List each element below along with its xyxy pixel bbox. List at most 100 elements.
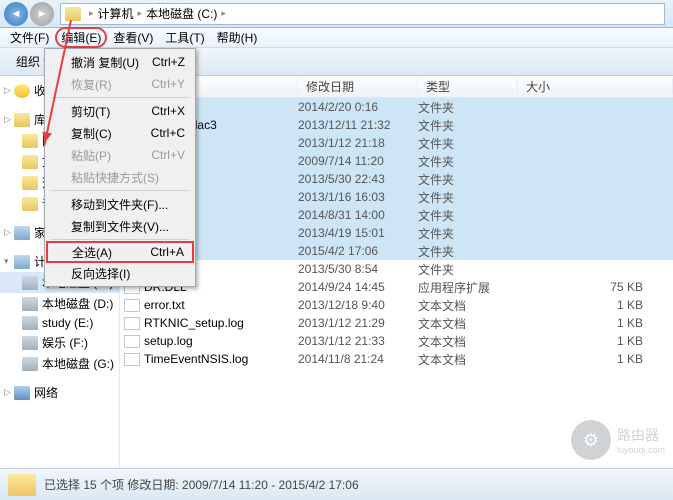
- star-icon: [14, 84, 30, 98]
- drive-icon: [22, 297, 38, 311]
- content-pane: 名称 修改日期 类型 大小 2014/2/20 0:16文件夹a56d86dda…: [120, 76, 673, 468]
- menu-paste: 粘贴(P)Ctrl+V: [47, 144, 193, 166]
- table-row[interactable]: TimeEventNSIS.log 2014/11/8 21:24文本文档1 KB: [120, 350, 673, 368]
- table-row[interactable]: 2009/7/14 11:20文件夹: [120, 152, 673, 170]
- menu-copy-to[interactable]: 复制到文件夹(V)...: [47, 215, 193, 237]
- file-date: 2014/11/8 21:24: [298, 352, 418, 366]
- table-row[interactable]: RTKNIC_setup.log2013/1/12 21:29文本文档1 KB: [120, 314, 673, 332]
- file-type: 文件夹: [418, 207, 518, 224]
- menu-view[interactable]: 查看(V): [107, 27, 159, 48]
- sidebar-drive-f[interactable]: 娱乐 (F:): [0, 332, 119, 353]
- back-button[interactable]: ◄: [4, 2, 28, 26]
- watermark-icon: ⚙: [571, 420, 611, 460]
- folder-icon: [22, 176, 38, 190]
- statusbar: 已选择 15 个项 修改日期: 2009/7/14 11:20 - 2015/4…: [0, 468, 673, 500]
- drive-icon: [22, 276, 38, 290]
- file-type: 文本文档: [418, 297, 518, 314]
- table-row[interactable]: a56d86ddac32013/12/11 21:32文件夹: [120, 116, 673, 134]
- col-size[interactable]: 大小: [518, 78, 673, 95]
- file-icon: [124, 317, 140, 330]
- sidebar-drive-g[interactable]: 本地磁盘 (G:): [0, 353, 119, 374]
- menu-select-all[interactable]: 全选(A)Ctrl+A: [46, 241, 194, 263]
- file-date: 2015/4/2 17:06: [298, 244, 418, 258]
- menubar: 文件(F) 编辑(E) 查看(V) 工具(T) 帮助(H): [0, 28, 673, 48]
- network-icon: [14, 386, 30, 400]
- file-type: 文件夹: [418, 171, 518, 188]
- file-date: 2014/2/20 0:16: [298, 100, 418, 114]
- menu-file[interactable]: 文件(F): [4, 27, 55, 48]
- file-size: 1 KB: [518, 298, 673, 312]
- table-row[interactable]: 2013/1/12 21:18文件夹: [120, 134, 673, 152]
- table-row[interactable]: 用户2013/5/30 8:54文件夹: [120, 260, 673, 278]
- file-type: 文件夹: [418, 99, 518, 116]
- file-size: 75 KB: [518, 280, 673, 294]
- file-date: 2014/9/24 14:45: [298, 280, 418, 294]
- forward-button[interactable]: ►: [30, 2, 54, 26]
- folder-icon: [22, 155, 38, 169]
- file-type: 文件夹: [418, 135, 518, 152]
- sidebar-drive-d[interactable]: 本地磁盘 (D:): [0, 293, 119, 314]
- titlebar: ◄ ► ▸ 计算机 ▸ 本地磁盘 (C:) ▸: [0, 0, 673, 28]
- file-date: 2013/12/18 9:40: [298, 298, 418, 312]
- table-row[interactable]: DR.DLL2014/9/24 14:45应用程序扩展75 KB: [120, 278, 673, 296]
- sidebar-network[interactable]: ▷网络: [0, 382, 119, 403]
- file-type: 文件夹: [418, 243, 518, 260]
- table-row[interactable]: 2013/5/30 22:43文件夹: [120, 170, 673, 188]
- sidebar-drive-e[interactable]: study (E:): [0, 314, 119, 332]
- file-name: TimeEventNSIS.log: [144, 352, 248, 366]
- edit-dropdown-menu: 撤消 复制(U)Ctrl+Z 恢复(R)Ctrl+Y 剪切(T)Ctrl+X 复…: [44, 48, 196, 287]
- file-type: 应用程序扩展: [418, 279, 518, 296]
- folder-icon: [22, 197, 38, 211]
- file-type: 文件夹: [418, 153, 518, 170]
- table-row[interactable]: error.txt 2013/12/18 9:40文本文档1 KB: [120, 296, 673, 314]
- col-date[interactable]: 修改日期: [298, 78, 418, 95]
- menu-edit[interactable]: 编辑(E): [55, 27, 107, 48]
- file-name: setup.log: [144, 334, 193, 348]
- drive-icon: [22, 357, 38, 371]
- table-row[interactable]: s (x86)2013/1/16 16:03文件夹: [120, 188, 673, 206]
- table-row[interactable]: 2014/2/20 0:16文件夹: [120, 98, 673, 116]
- menu-help[interactable]: 帮助(H): [211, 27, 264, 48]
- file-date: 2013/1/12 21:33: [298, 334, 418, 348]
- crumb-computer[interactable]: 计算机: [98, 5, 134, 22]
- file-date: 2013/5/30 22:43: [298, 172, 418, 186]
- drive-icon: [65, 7, 81, 21]
- file-date: 2013/5/30 8:54: [298, 262, 418, 276]
- menu-tools[interactable]: 工具(T): [159, 27, 210, 48]
- column-headers: 名称 修改日期 类型 大小: [120, 76, 673, 98]
- computer-icon: [14, 255, 30, 269]
- menu-move-to[interactable]: 移动到文件夹(F)...: [47, 193, 193, 215]
- table-row[interactable]: setup.log2013/1/12 21:33文本文档1 KB: [120, 332, 673, 350]
- table-row[interactable]: 2015/4/2 17:06文件夹: [120, 242, 673, 260]
- file-date: 2009/7/14 11:20: [298, 154, 418, 168]
- menu-cut[interactable]: 剪切(T)Ctrl+X: [47, 100, 193, 122]
- col-type[interactable]: 类型: [418, 78, 518, 95]
- menu-undo[interactable]: 撤消 复制(U)Ctrl+Z: [47, 51, 193, 73]
- drive-icon: [22, 316, 38, 330]
- table-row[interactable]: 2013/4/19 15:01文件夹: [120, 224, 673, 242]
- file-size: 1 KB: [518, 352, 673, 366]
- file-date: 2014/8/31 14:00: [298, 208, 418, 222]
- file-icon: [124, 299, 140, 312]
- address-bar[interactable]: ▸ 计算机 ▸ 本地磁盘 (C:) ▸: [60, 3, 665, 25]
- file-type: 文本文档: [418, 351, 518, 368]
- table-row[interactable]: 2014/8/31 14:00文件夹: [120, 206, 673, 224]
- file-icon: [124, 335, 140, 348]
- homegroup-icon: [14, 226, 30, 240]
- file-date: 2013/1/12 21:18: [298, 136, 418, 150]
- file-list: 2014/2/20 0:16文件夹a56d86ddac32013/12/11 2…: [120, 98, 673, 468]
- file-type: 文件夹: [418, 225, 518, 242]
- file-type: 文件夹: [418, 189, 518, 206]
- file-type: 文本文档: [418, 315, 518, 332]
- crumb-drive[interactable]: 本地磁盘 (C:): [146, 5, 217, 22]
- file-name: error.txt: [144, 298, 185, 312]
- file-icon: [124, 353, 140, 366]
- menu-paste-shortcut: 粘贴快捷方式(S): [47, 166, 193, 188]
- status-text: 已选择 15 个项 修改日期: 2009/7/14 11:20 - 2015/4…: [44, 476, 359, 493]
- menu-invert-selection[interactable]: 反向选择(I): [47, 262, 193, 284]
- file-type: 文件夹: [418, 261, 518, 278]
- menu-copy[interactable]: 复制(C)Ctrl+C: [47, 122, 193, 144]
- file-type: 文件夹: [418, 117, 518, 134]
- file-date: 2013/1/12 21:29: [298, 316, 418, 330]
- file-name: RTKNIC_setup.log: [144, 316, 244, 330]
